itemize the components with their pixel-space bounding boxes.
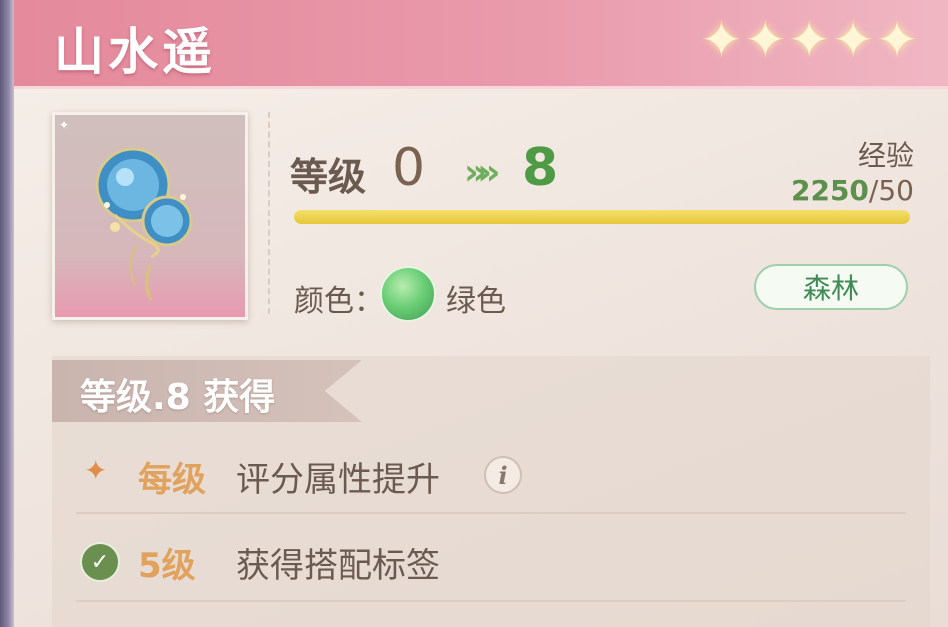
- reward-description: 获得搭配标签: [236, 546, 440, 586]
- reward-description: 评分属性提升: [236, 460, 440, 500]
- row-divider: [76, 600, 906, 602]
- color-name: 绿色: [446, 284, 506, 319]
- forest-tag-button[interactable]: 森林: [754, 264, 908, 310]
- experience-separator: /: [868, 174, 879, 207]
- info-icon[interactable]: i: [484, 456, 522, 494]
- blue-flower-charm-icon: ✦: [59, 118, 193, 301]
- star-icon: ✦: [788, 11, 831, 69]
- double-chevron-right-icon: »»: [464, 152, 501, 193]
- left-edge-decoration: [0, 0, 14, 627]
- green-color-swatch: [380, 266, 436, 322]
- reward-level: 5级: [138, 546, 196, 586]
- level-current: 0: [392, 138, 426, 198]
- vertical-divider: [268, 112, 270, 314]
- row-divider: [76, 512, 906, 514]
- level-label: 等级: [290, 155, 367, 199]
- item-title: 山水遥: [54, 23, 216, 81]
- star-icon: ✦: [876, 11, 918, 69]
- item-card[interactable]: ✦: [52, 112, 248, 320]
- star-icon: ✦: [832, 11, 875, 69]
- svg-text:✦: ✦: [59, 118, 69, 132]
- star-icon: ✦: [744, 11, 787, 69]
- experience-max: 50: [878, 174, 914, 207]
- sparkle-icon: ✦: [84, 454, 108, 487]
- experience-progress-fill: [294, 210, 910, 224]
- star-rating: ✦ ✦ ✦ ✦ ✦: [700, 14, 918, 66]
- check-icon: ✓: [80, 542, 120, 582]
- star-icon: ✦: [700, 11, 743, 69]
- reward-level: 每级: [138, 460, 206, 500]
- experience-value: 2250/50: [791, 174, 914, 207]
- rewards-title: 等级.8 获得: [80, 377, 276, 418]
- header-banner: 山水遥 ✦ ✦ ✦ ✦ ✦: [14, 0, 948, 89]
- level-target: 8: [522, 138, 559, 198]
- experience-progress-bar: [294, 210, 910, 224]
- experience-label: 经验: [857, 139, 914, 172]
- experience-current: 2250: [790, 174, 869, 207]
- reward-row: ✓ 5级 获得搭配标签: [80, 532, 920, 592]
- color-label: 颜色：: [294, 284, 384, 319]
- reward-row: ✦ 每级 评分属性提升 i: [80, 446, 920, 506]
